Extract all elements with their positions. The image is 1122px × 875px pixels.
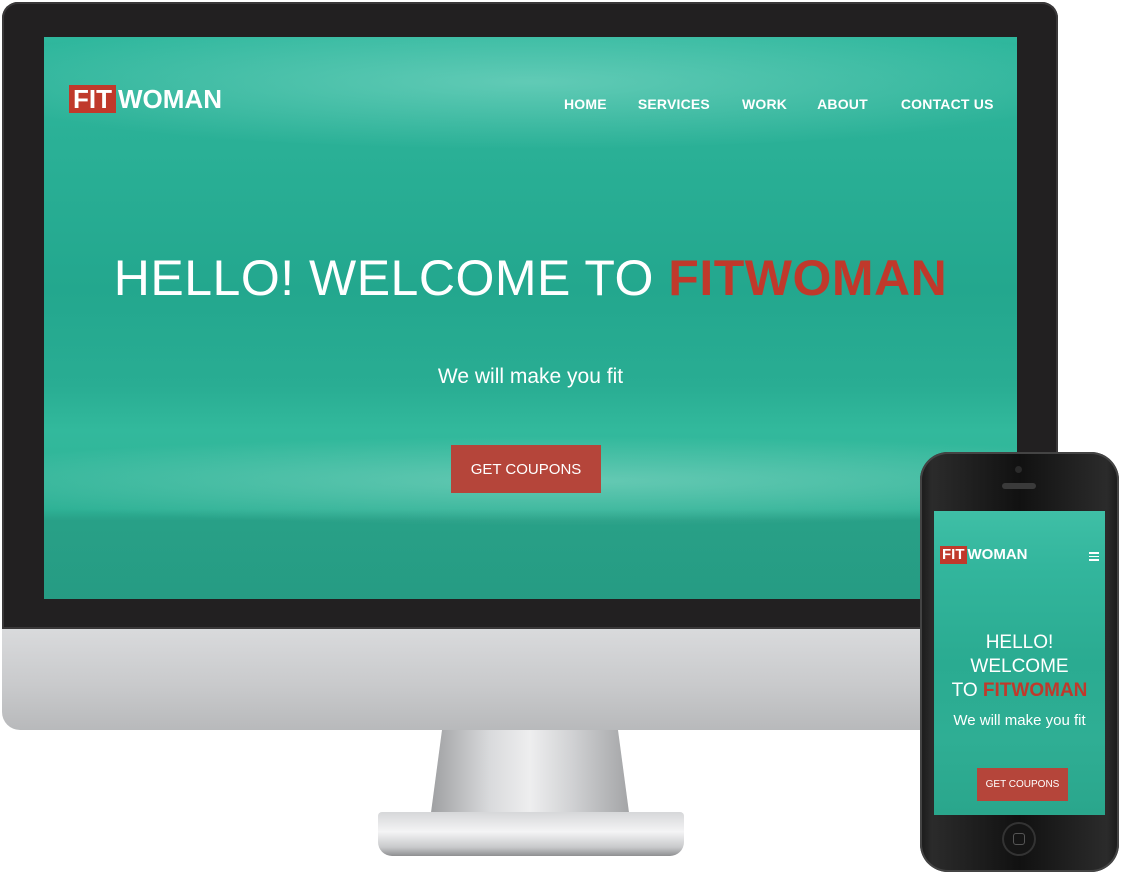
home-button[interactable] bbox=[1002, 822, 1036, 856]
monitor-stand-neck bbox=[430, 730, 630, 820]
hamburger-icon[interactable] bbox=[1089, 552, 1099, 561]
mobile-hero-subtitle: We will make you fit bbox=[953, 712, 1086, 729]
desktop-screen: FIT WOMAN HOME SERVICES WORK ABOUT CONTA… bbox=[44, 37, 1017, 599]
phone-camera bbox=[1015, 466, 1022, 473]
hero-title-brand: FITWOMAN bbox=[668, 250, 948, 306]
mobile-site-logo[interactable]: FIT WOMAN bbox=[940, 546, 1028, 564]
mobile-hero-title-line2: TO FITWOMAN bbox=[934, 679, 1105, 703]
mobile-hero-title-brand: FITWOMAN bbox=[982, 680, 1088, 701]
mobile-logo-fit: FIT bbox=[940, 546, 967, 564]
mobile-screen: FIT WOMAN HELLO! WELCOME TO FITWOMAN We … bbox=[934, 511, 1105, 815]
logo-fit: FIT bbox=[69, 85, 116, 113]
mobile-hero-title: HELLO! WELCOME TO FITWOMAN bbox=[934, 631, 1105, 703]
nav-work[interactable]: WORK bbox=[742, 96, 787, 112]
get-coupons-button[interactable]: GET COUPONS bbox=[451, 445, 601, 493]
site-logo[interactable]: FIT WOMAN bbox=[69, 85, 222, 113]
nav-services[interactable]: SERVICES bbox=[638, 96, 710, 112]
nav-contact-us[interactable]: CONTACT US bbox=[901, 96, 994, 112]
mobile-get-coupons-button[interactable]: GET COUPONS bbox=[977, 768, 1068, 801]
phone-speaker bbox=[1002, 483, 1036, 489]
nav-about[interactable]: ABOUT bbox=[817, 96, 868, 112]
main-nav: HOME SERVICES WORK ABOUT CONTACT US bbox=[564, 96, 994, 112]
mobile-hero-title-prefix: TO bbox=[951, 680, 983, 701]
mobile-phone: FIT WOMAN HELLO! WELCOME TO FITWOMAN We … bbox=[920, 452, 1119, 872]
monitor-stand-foot bbox=[378, 812, 684, 856]
logo-woman: WOMAN bbox=[118, 84, 222, 114]
mobile-hero-title-line1: HELLO! WELCOME bbox=[970, 632, 1069, 677]
hero-background bbox=[44, 37, 1017, 599]
hero-title: HELLO! WELCOME TO FITWOMAN bbox=[44, 249, 1017, 307]
nav-home[interactable]: HOME bbox=[564, 96, 607, 112]
mobile-logo-woman: WOMAN bbox=[967, 546, 1028, 563]
monitor-chin bbox=[2, 629, 1058, 730]
hero-title-prefix: HELLO! WELCOME TO bbox=[113, 250, 669, 306]
hero-subtitle: We will make you fit bbox=[437, 365, 624, 388]
